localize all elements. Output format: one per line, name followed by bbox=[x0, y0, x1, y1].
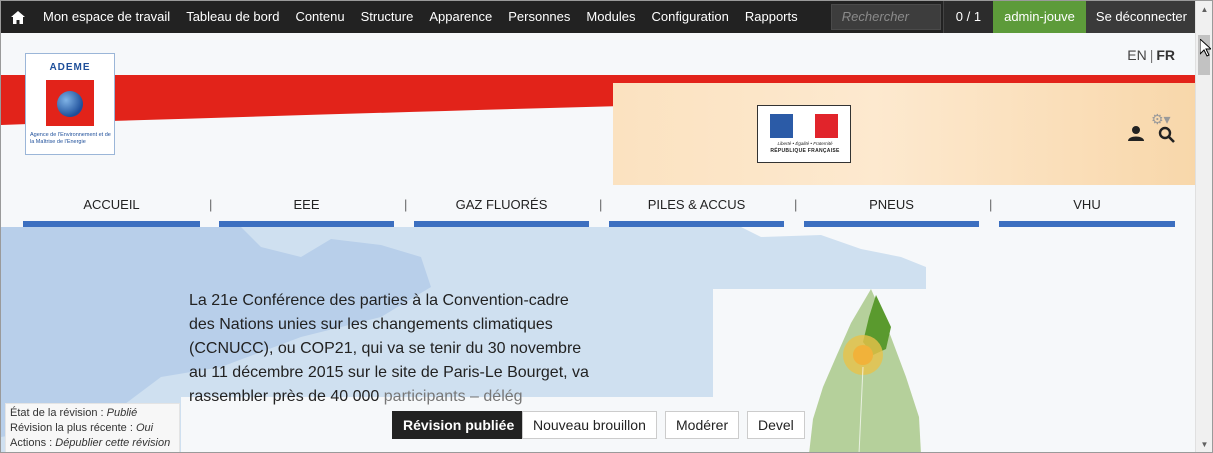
toolbar-item-dashboard[interactable]: Tableau de bord bbox=[178, 1, 287, 33]
toolbar-item-content[interactable]: Contenu bbox=[287, 1, 352, 33]
published-revision-tab[interactable]: Révision publiée bbox=[392, 411, 526, 439]
revision-actions: Actions : Dépublier cette révision bbox=[10, 437, 171, 449]
admin-toolbar: Mon espace de travail Tableau de bord Co… bbox=[1, 1, 1197, 33]
toolbar-item-modules[interactable]: Modules bbox=[578, 1, 643, 33]
republic-motto: Liberté • Égalité • Fraternité bbox=[777, 141, 833, 146]
hero-section: La 21e Conférence des parties à la Conve… bbox=[1, 227, 1197, 452]
vertical-scrollbar[interactable]: ▲ ▼ bbox=[1195, 1, 1212, 452]
browser-frame: Mon espace de travail Tableau de bord Co… bbox=[0, 0, 1213, 453]
revision-latest: Révision la plus récente : Oui bbox=[10, 422, 154, 434]
main-navigation: ACCUEIL | EEE | GAZ FLUORÉS | PILES & AC… bbox=[23, 193, 1178, 227]
government-banner: Liberté • Égalité • Fraternité RÉPUBLIQU… bbox=[613, 83, 1197, 185]
revision-info-panel: État de la révision : Publié Révision la… bbox=[5, 403, 180, 452]
moderate-tab[interactable]: Modérer bbox=[665, 411, 740, 439]
home-icon[interactable] bbox=[1, 1, 35, 33]
globe-icon bbox=[57, 91, 83, 117]
scroll-up-arrow-icon[interactable]: ▲ bbox=[1196, 3, 1212, 17]
hero-description: La 21e Conférence des parties à la Conve… bbox=[189, 292, 589, 405]
new-draft-tab[interactable]: Nouveau brouillon bbox=[522, 411, 657, 439]
unpublish-link[interactable]: Dépublier cette révision bbox=[55, 437, 170, 449]
toolbar-item-people[interactable]: Personnes bbox=[500, 1, 578, 33]
nav-item-gaz-fluores[interactable]: GAZ FLUORÉS bbox=[414, 193, 589, 227]
tricolor-flag-icon bbox=[770, 114, 839, 138]
toolbar-shortcut-count[interactable]: 0 / 1 bbox=[942, 1, 994, 33]
language-switcher: EN | FR bbox=[1127, 47, 1175, 63]
logout-button[interactable]: Se déconnecter bbox=[1085, 1, 1197, 33]
revision-state: État de la révision : Publié bbox=[10, 407, 138, 419]
logo-subtitle: Agence de l'Environnement et de la Maîtr… bbox=[30, 132, 111, 145]
logo-title: ADEME bbox=[49, 62, 91, 73]
toolbar-search-input[interactable]: Rechercher bbox=[830, 4, 941, 30]
lang-en-link[interactable]: EN bbox=[1127, 47, 1146, 63]
nav-item-accueil[interactable]: ACCUEIL bbox=[23, 193, 200, 227]
devel-tab[interactable]: Devel bbox=[747, 411, 805, 439]
republic-name: RÉPUBLIQUE FRANÇAISE bbox=[770, 148, 840, 154]
toolbar-item-configuration[interactable]: Configuration bbox=[644, 1, 737, 33]
user-icon[interactable] bbox=[1128, 125, 1144, 146]
toolbar-item-appearance[interactable]: Apparence bbox=[421, 1, 500, 33]
nav-item-eee[interactable]: EEE bbox=[219, 193, 394, 227]
page-content: EN | FR ADEME Agence de l'Environnement et… bbox=[1, 33, 1197, 452]
nav-item-piles-accus[interactable]: PILES & ACCUS bbox=[609, 193, 784, 227]
toolbar-item-reports[interactable]: Rapports bbox=[737, 1, 806, 33]
lang-fr-link[interactable]: FR bbox=[1156, 47, 1175, 63]
nav-item-vhu[interactable]: VHU bbox=[999, 193, 1175, 227]
toolbar-user-link[interactable]: admin-jouve bbox=[993, 1, 1086, 33]
ademe-logo[interactable]: ADEME Agence de l'Environnement et de la… bbox=[25, 53, 115, 155]
republique-francaise-logo[interactable]: Liberté • Égalité • Fraternité RÉPUBLIQU… bbox=[757, 105, 851, 163]
nav-item-pneus[interactable]: PNEUS bbox=[804, 193, 979, 227]
search-icon[interactable] bbox=[1158, 126, 1175, 148]
scroll-down-arrow-icon[interactable]: ▼ bbox=[1196, 438, 1212, 452]
mouse-cursor-icon bbox=[1200, 39, 1211, 57]
toolbar-item-workspace[interactable]: Mon espace de travail bbox=[35, 1, 178, 33]
toolbar-item-structure[interactable]: Structure bbox=[353, 1, 422, 33]
